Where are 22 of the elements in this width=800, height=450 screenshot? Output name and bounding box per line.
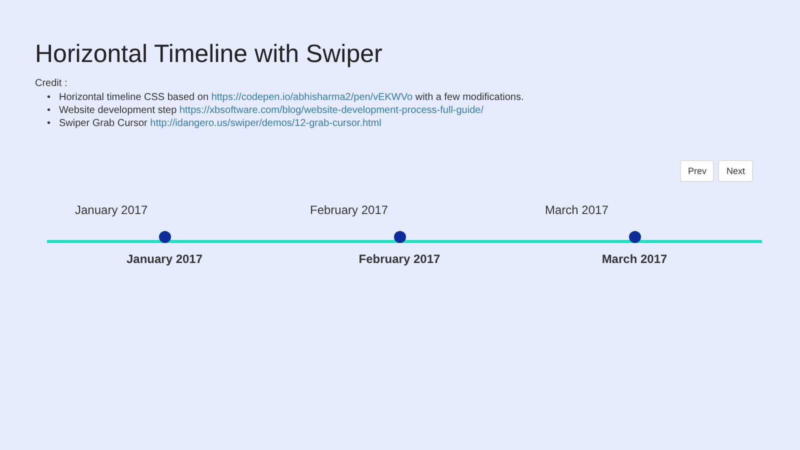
credit-item: Horizontal timeline CSS based on https://codepen.io/abhisharma2/pen/vEKWVo with a few modifications. <box>59 91 524 104</box>
timeline-dot[interactable] <box>394 231 406 243</box>
timeline-date-label: January 2017 <box>126 252 203 266</box>
bullet: • <box>47 91 52 104</box>
timeline-dot[interactable] <box>628 231 640 243</box>
credit-link[interactable]: http://idangero.us/swiper/demos/12-grab-cursor.html <box>150 118 382 129</box>
credit-link[interactable]: https://xbsoftware.com/blog/website-development-process-full-guide/ <box>179 105 484 116</box>
page-title: Horizontal Timeline with Swiper <box>35 40 384 69</box>
credit-item: Website development step https://xbsoftware.com/blog/website-development-process-full-guide/ <box>59 104 484 117</box>
credit-link[interactable]: https://codepen.io/abhisharma2/pen/vEKWVo <box>211 92 413 103</box>
bullet: • <box>47 104 52 117</box>
bullet: • <box>47 117 52 130</box>
timeline-dot[interactable] <box>158 231 170 243</box>
credit-label: Credit : <box>35 78 68 89</box>
timeline-date-label: February 2017 <box>358 252 440 266</box>
credit-item: Swiper Grab Cursor http://idangero.us/swiper/demos/12-grab-cursor.html <box>59 117 382 130</box>
slide-date: January 2017 <box>74 203 148 219</box>
slide-date: March 2017 <box>544 203 608 219</box>
timeline-date-label: March 2017 <box>602 252 668 266</box>
next-button[interactable]: Next <box>718 160 753 182</box>
slide-date: February 2017 <box>309 203 388 219</box>
prev-button[interactable]: Prev <box>680 160 714 182</box>
